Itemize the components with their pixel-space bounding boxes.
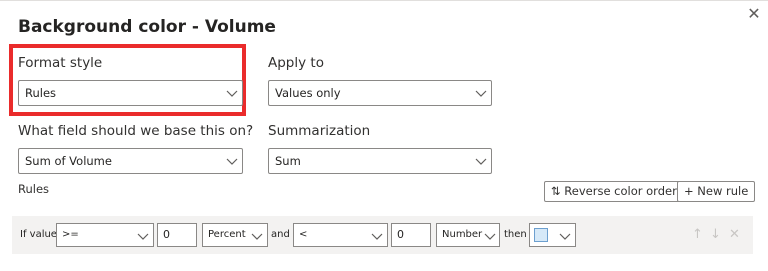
base-field-dropdown[interactable]: Sum of Volume	[18, 148, 243, 174]
sort-icon: ⇅	[551, 184, 561, 198]
chevron-down-icon	[137, 231, 149, 241]
operator1-dropdown[interactable]: >=	[56, 223, 154, 247]
operator2-value: <	[299, 229, 308, 240]
type1-value: Percent	[208, 229, 246, 240]
apply-to-value: Values only	[275, 86, 341, 100]
value1-input[interactable]: 0	[157, 223, 197, 247]
plus-icon: +	[684, 184, 694, 198]
base-field-label: What field should we base this on?	[18, 123, 254, 139]
type2-value: Number	[442, 229, 483, 240]
base-field-value: Sum of Volume	[25, 154, 112, 168]
chevron-down-icon	[559, 231, 571, 241]
and-label: and	[271, 229, 290, 240]
chevron-down-icon	[484, 231, 496, 241]
format-style-value: Rules	[25, 86, 57, 100]
if-value-label: If value	[20, 229, 57, 240]
dialog-title: Background color - Volume	[18, 17, 276, 37]
format-style-dropdown[interactable]: Rules	[18, 80, 243, 106]
new-rule-label: New rule	[697, 184, 749, 198]
then-label: then	[504, 229, 527, 240]
summarization-label: Summarization	[268, 123, 371, 139]
type2-dropdown[interactable]: Number	[436, 223, 500, 247]
value2-input[interactable]: 0	[391, 223, 431, 247]
chevron-down-icon	[475, 156, 487, 166]
move-up-icon[interactable]: ↑	[692, 227, 703, 242]
reverse-color-order-label: Reverse color order	[564, 184, 677, 198]
format-style-label: Format style	[18, 55, 103, 71]
move-down-icon[interactable]: ↓	[710, 227, 721, 242]
delete-icon[interactable]: ✕	[729, 227, 740, 242]
new-rule-button[interactable]: + New rule	[677, 181, 756, 202]
summarization-dropdown[interactable]: Sum	[268, 148, 492, 174]
close-icon[interactable]: ✕	[746, 5, 762, 23]
rules-label: Rules	[18, 182, 50, 196]
color-swatch[interactable]	[534, 228, 548, 242]
chevron-down-icon	[475, 88, 487, 98]
operator1-value: >=	[62, 229, 79, 240]
reverse-color-order-button[interactable]: ⇅ Reverse color order	[544, 181, 684, 202]
dialog-top-border	[0, 0, 768, 1]
chevron-down-icon	[371, 231, 383, 241]
apply-to-dropdown[interactable]: Values only	[268, 80, 492, 106]
chevron-down-icon	[226, 88, 238, 98]
operator2-dropdown[interactable]: <	[293, 223, 388, 247]
type1-dropdown[interactable]: Percent	[202, 223, 268, 247]
chevron-down-icon	[226, 156, 238, 166]
apply-to-label: Apply to	[268, 55, 324, 71]
summarization-value: Sum	[275, 154, 301, 168]
chevron-down-icon	[251, 231, 263, 241]
